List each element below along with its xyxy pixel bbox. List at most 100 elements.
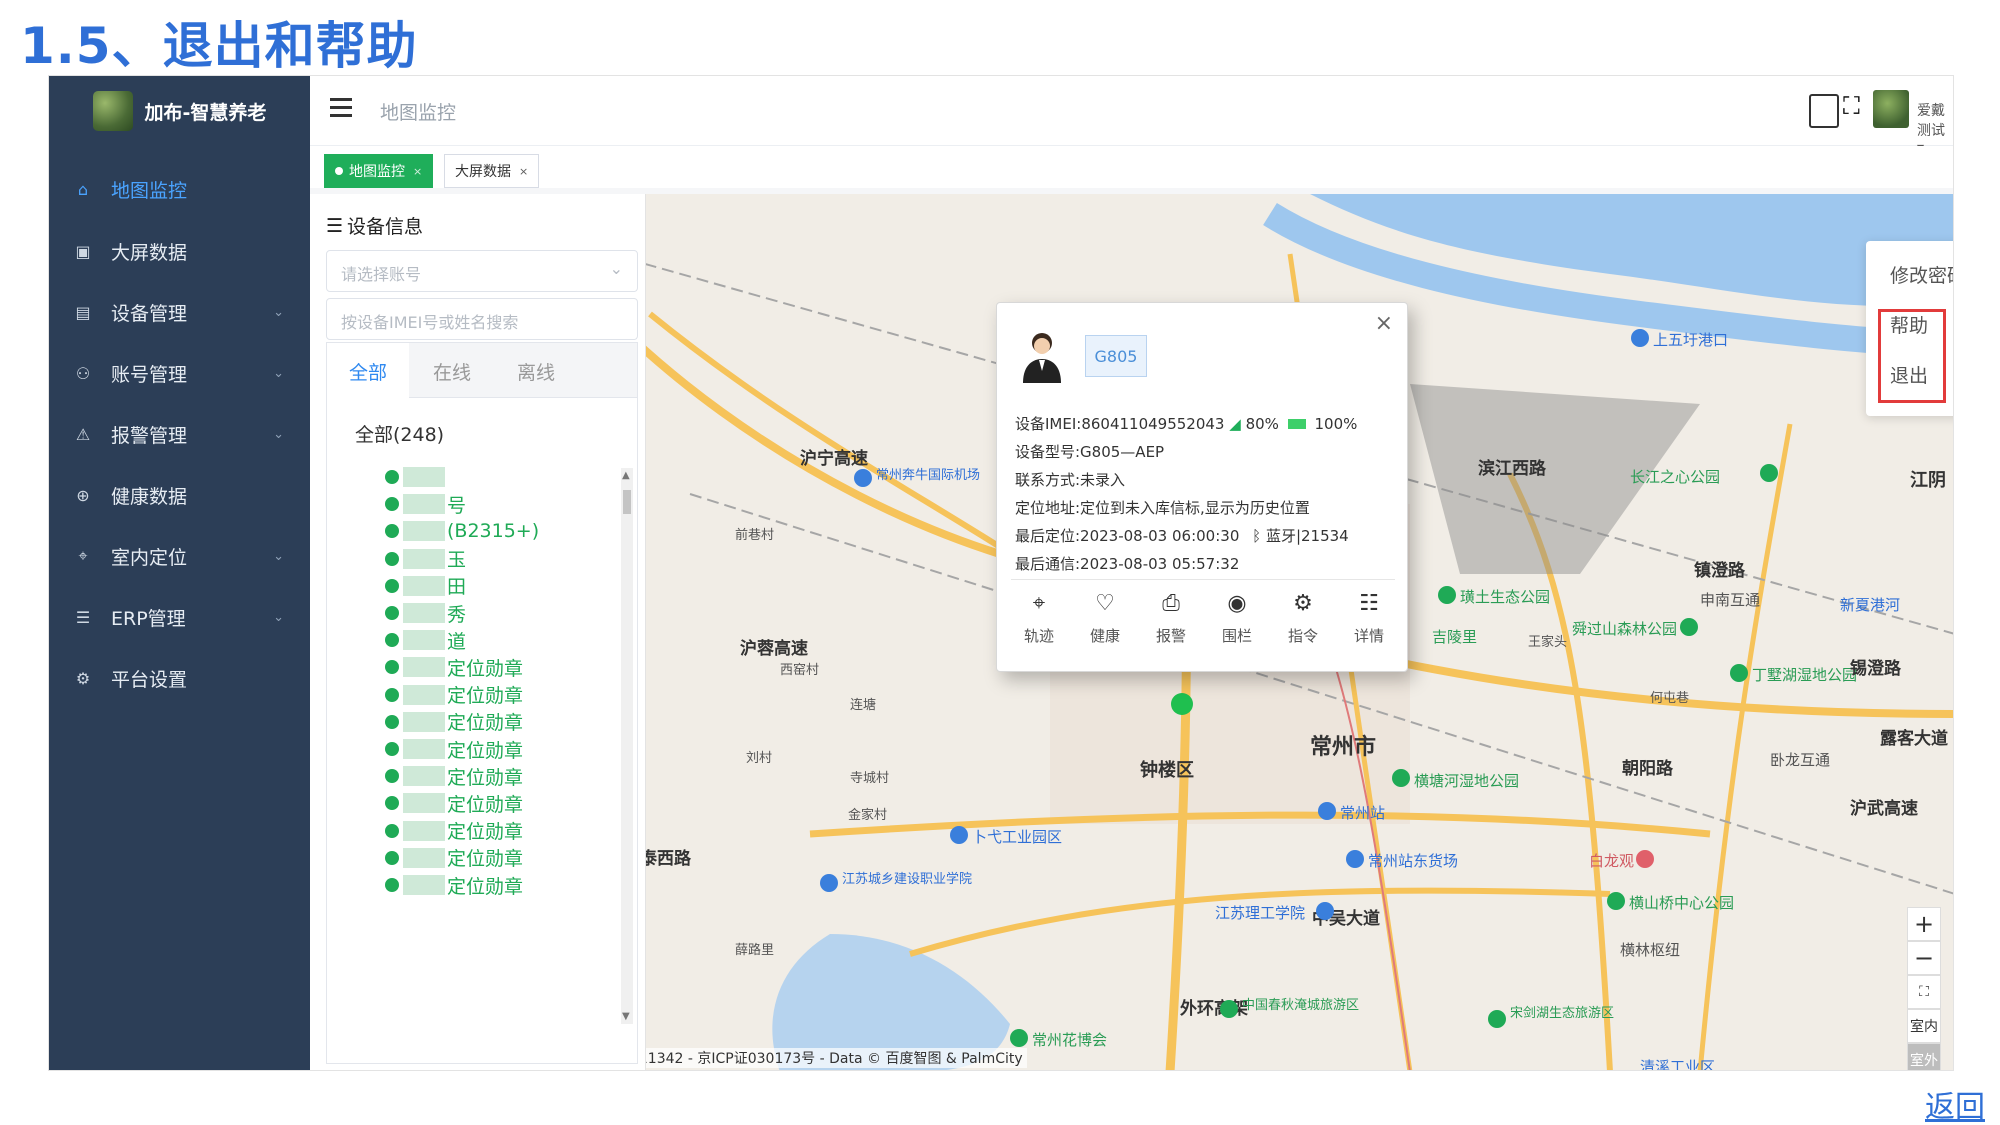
close-icon[interactable]: × (1375, 311, 1393, 336)
menu-toggle-icon[interactable] (330, 98, 352, 120)
zoom-out-button[interactable]: − (1907, 941, 1941, 975)
map-label-xuelu: 薛路里 (735, 943, 775, 958)
sidebar-item[interactable]: ⚠ 报警管理 ⌄ (49, 406, 310, 462)
popup-action-button[interactable]: ⌖ 轨迹 (1009, 589, 1069, 659)
device-tree-item[interactable] (385, 462, 447, 492)
popup-action-button[interactable]: ☷ 详情 (1339, 589, 1399, 659)
park-poi-icon[interactable] (1607, 892, 1625, 910)
sidebar-item[interactable]: ⚙ 平台设置 (49, 650, 310, 706)
person-icon (385, 606, 399, 620)
person-icon (385, 524, 399, 539)
industrial-poi-icon[interactable] (950, 826, 968, 844)
device-tree-item[interactable]: 定位勋章 (385, 680, 523, 710)
device-tree-item[interactable]: 定位勋章 (385, 761, 523, 791)
device-tree-item[interactable]: 号 (385, 489, 466, 519)
scenic-poi-icon[interactable] (1488, 1010, 1506, 1028)
device-tree-item[interactable]: 定位勋章 (385, 734, 523, 764)
device-tree-item[interactable]: 定位勋章 (385, 707, 523, 737)
chevron-down-icon: ⌄ (273, 426, 284, 442)
park-poi-icon[interactable] (1760, 464, 1778, 482)
device-tree-item[interactable]: 定位勋章 (385, 870, 523, 900)
scroll-down-icon[interactable]: ▼ (622, 1011, 630, 1022)
tab-close-icon[interactable]: × (519, 165, 528, 178)
scroll-up-icon[interactable]: ▲ (622, 470, 630, 481)
popup-action-button[interactable]: ⎙ 报警 (1141, 589, 1201, 659)
back-link[interactable]: 返回 (1925, 1082, 1985, 1125)
station-poi-icon[interactable] (1318, 802, 1336, 820)
outdoor-toggle[interactable]: 室外 (1907, 1043, 1941, 1070)
brand-logo (92, 91, 133, 131)
fullscreen-icon[interactable]: ⛶ (1843, 92, 1873, 126)
app-window: 常州市 钟楼区 镇澄路 滨江西路 沪宁高速 沪蓉高速 沪武高速 泰西路 中吴大道… (48, 75, 1954, 1071)
sidebar-item[interactable]: ☰ ERP管理 ⌄ (49, 589, 310, 645)
change-password-item[interactable]: 修改密码 (1890, 261, 1953, 288)
person-icon (385, 850, 399, 865)
device-tree-item[interactable]: 田 (385, 571, 466, 601)
map-label-jiangyin: 江阴 (1910, 470, 1946, 491)
popup-action-label: 围栏 (1221, 627, 1252, 645)
sidebar-item[interactable]: ▤ 设备管理 ⌄ (49, 284, 310, 340)
filter-tab-online[interactable]: 在线 (411, 343, 493, 399)
tab-close-icon[interactable]: × (413, 165, 422, 178)
scrollbar-thumb[interactable] (623, 490, 631, 514)
map-fullscreen-icon[interactable]: ⛶ (1907, 975, 1941, 1009)
tree-scrollbar[interactable]: ▲ ▼ (621, 468, 633, 1024)
sidebar-item[interactable]: ⊕ 健康数据 (49, 467, 310, 523)
redacted-name (403, 575, 445, 596)
popup-action-button[interactable]: ⚙ 指令 (1273, 589, 1333, 659)
person-avatar-icon (1023, 333, 1061, 383)
device-tree-item[interactable]: 定位勋章 (385, 652, 523, 682)
park-poi-icon[interactable] (1438, 586, 1456, 604)
filter-tab-offline[interactable]: 离线 (495, 343, 577, 399)
account-select[interactable]: 请选择账号 ⌄ (326, 250, 638, 292)
park-poi-icon[interactable] (1730, 664, 1748, 682)
user-avatar[interactable] (1873, 90, 1909, 128)
sidebar-item[interactable]: ⌂ 地图监控 (49, 161, 310, 217)
erp-list-icon: ☰ (75, 607, 91, 627)
airport-poi-icon[interactable] (854, 469, 872, 487)
filter-tab-all[interactable]: 全部 (327, 343, 409, 399)
address-line: 定位地址:定位到未入库信标,显示为历史位置 (1015, 499, 1310, 517)
sidebar-item[interactable]: ⚇ 账号管理 ⌄ (49, 345, 310, 401)
station-poi-icon[interactable] (1346, 850, 1364, 868)
document-switch-icon[interactable] (1809, 94, 1839, 128)
sidebar-item-label: 健康数据 (111, 485, 188, 508)
map-label-dingshu: 丁墅湖湿地公园 (1752, 666, 1858, 684)
brand[interactable]: 加布-智慧养老 (49, 76, 310, 146)
chevron-down-icon: ⌄ (273, 548, 284, 564)
help-logout-highlight (1878, 309, 1946, 403)
device-tree-item-label: 定位勋章 (447, 685, 524, 708)
tree-root-all[interactable]: 全部(248) (355, 420, 444, 447)
device-tree-item[interactable]: (B2315+) (385, 516, 539, 546)
park-poi-icon[interactable] (1680, 618, 1698, 636)
indoor-toggle[interactable]: 室内 (1907, 1009, 1941, 1043)
sidebar-item[interactable]: ⌖ 室内定位 ⌄ (49, 528, 310, 584)
sidebar: 加布-智慧养老 ⌂ 地图监控 ▣ 大屏数据 ▤ 设备管理 ⌄ ⚇ 账号管理 ⌄ ⚠ 报警管理 ⌄ ⊕ 健康数… (49, 76, 310, 1070)
device-tree-item[interactable]: 定位勋章 (385, 843, 523, 873)
temple-poi-icon[interactable] (1636, 850, 1654, 868)
screen-icon: ▣ (75, 241, 91, 261)
tab-map-monitor[interactable]: 地图监控 × (324, 154, 434, 188)
device-tree-item[interactable]: 秀 (385, 598, 466, 628)
port-poi-icon[interactable] (1631, 329, 1649, 347)
device-tree-item-label: 定位勋章 (447, 875, 524, 898)
school-poi-icon[interactable] (1316, 902, 1334, 920)
scenic-poi-icon[interactable] (1220, 1000, 1238, 1018)
tab-big-screen[interactable]: 大屏数据 × (444, 154, 540, 188)
alarm-report-icon: ⎙ (1162, 590, 1180, 616)
device-search-input[interactable]: 按设备IMEI号或姓名搜索 (326, 298, 638, 340)
park-poi-icon[interactable] (1392, 769, 1410, 787)
person-icon (385, 742, 399, 756)
zoom-in-button[interactable]: + (1907, 907, 1941, 941)
school-poi-icon[interactable] (820, 874, 838, 892)
sidebar-item[interactable]: ▣ 大屏数据 (49, 223, 310, 279)
popup-action-button[interactable]: ♡ 健康 (1075, 589, 1135, 659)
device-tree-item[interactable]: 道 (385, 625, 466, 655)
device-tree-item[interactable]: 定位勋章 (385, 816, 523, 846)
popup-action-button[interactable]: ◉ 围栏 (1207, 589, 1267, 659)
device-tree-item[interactable]: 玉 (385, 544, 466, 574)
map-label-xiaohe: 卜弋工业园区 (972, 828, 1063, 846)
device-tree-item[interactable]: 定位勋章 (385, 788, 523, 818)
park-poi-icon[interactable] (1010, 1029, 1028, 1047)
map-label-bailong: 白龙观 (1589, 852, 1635, 870)
